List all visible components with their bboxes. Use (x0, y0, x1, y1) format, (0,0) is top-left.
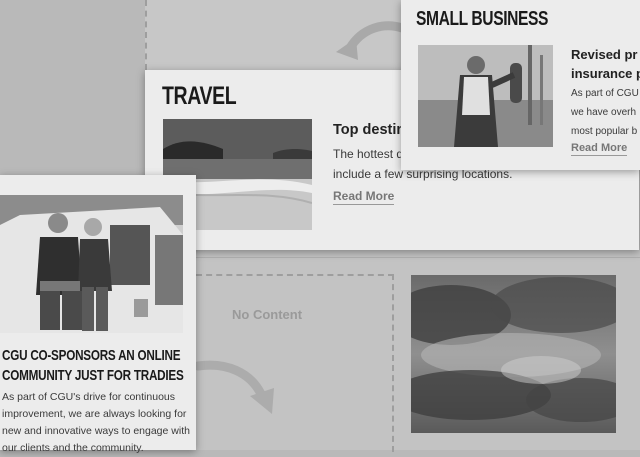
small-business-article-title[interactable]: Revised pr insurance p (571, 45, 640, 83)
travel-article-title[interactable]: Top destin (333, 122, 405, 138)
section-divider (196, 257, 640, 258)
tradies-image[interactable] (0, 195, 183, 333)
cgu-news-card: CGU co-sponsors an online community just… (0, 175, 196, 454)
small-business-card: Small Business Revised pr insurance p As… (401, 0, 640, 170)
cgu-article-heading[interactable]: CGU co-sponsors an online community just… (2, 346, 193, 386)
small-business-read-more-link[interactable]: Read More (571, 142, 628, 156)
dashed-placeholder-edge (145, 0, 147, 70)
small-business-body-line: we have overh (571, 107, 637, 118)
small-business-heading: Small Business (416, 8, 549, 30)
cgu-heading-line: community just for tradies (2, 367, 184, 384)
fisherman-image[interactable] (418, 45, 553, 147)
cgu-article-body: As part of CGU's drive for continuous im… (2, 391, 190, 454)
small-business-body-line: As part of CGU (571, 88, 639, 99)
clouds-image[interactable] (411, 275, 616, 433)
cgu-heading-line: CGU co-sponsors an online (2, 347, 181, 364)
small-business-article-body: As part of CGU we have overh most popula… (571, 84, 640, 141)
no-content-label: No Content (232, 307, 303, 322)
travel-heading: Travel (162, 82, 237, 110)
curved-arrow-icon (196, 360, 274, 414)
curved-arrow-icon (336, 21, 407, 60)
small-business-body-line: most popular b (571, 126, 638, 137)
travel-read-more-link[interactable]: Read More (333, 189, 395, 205)
